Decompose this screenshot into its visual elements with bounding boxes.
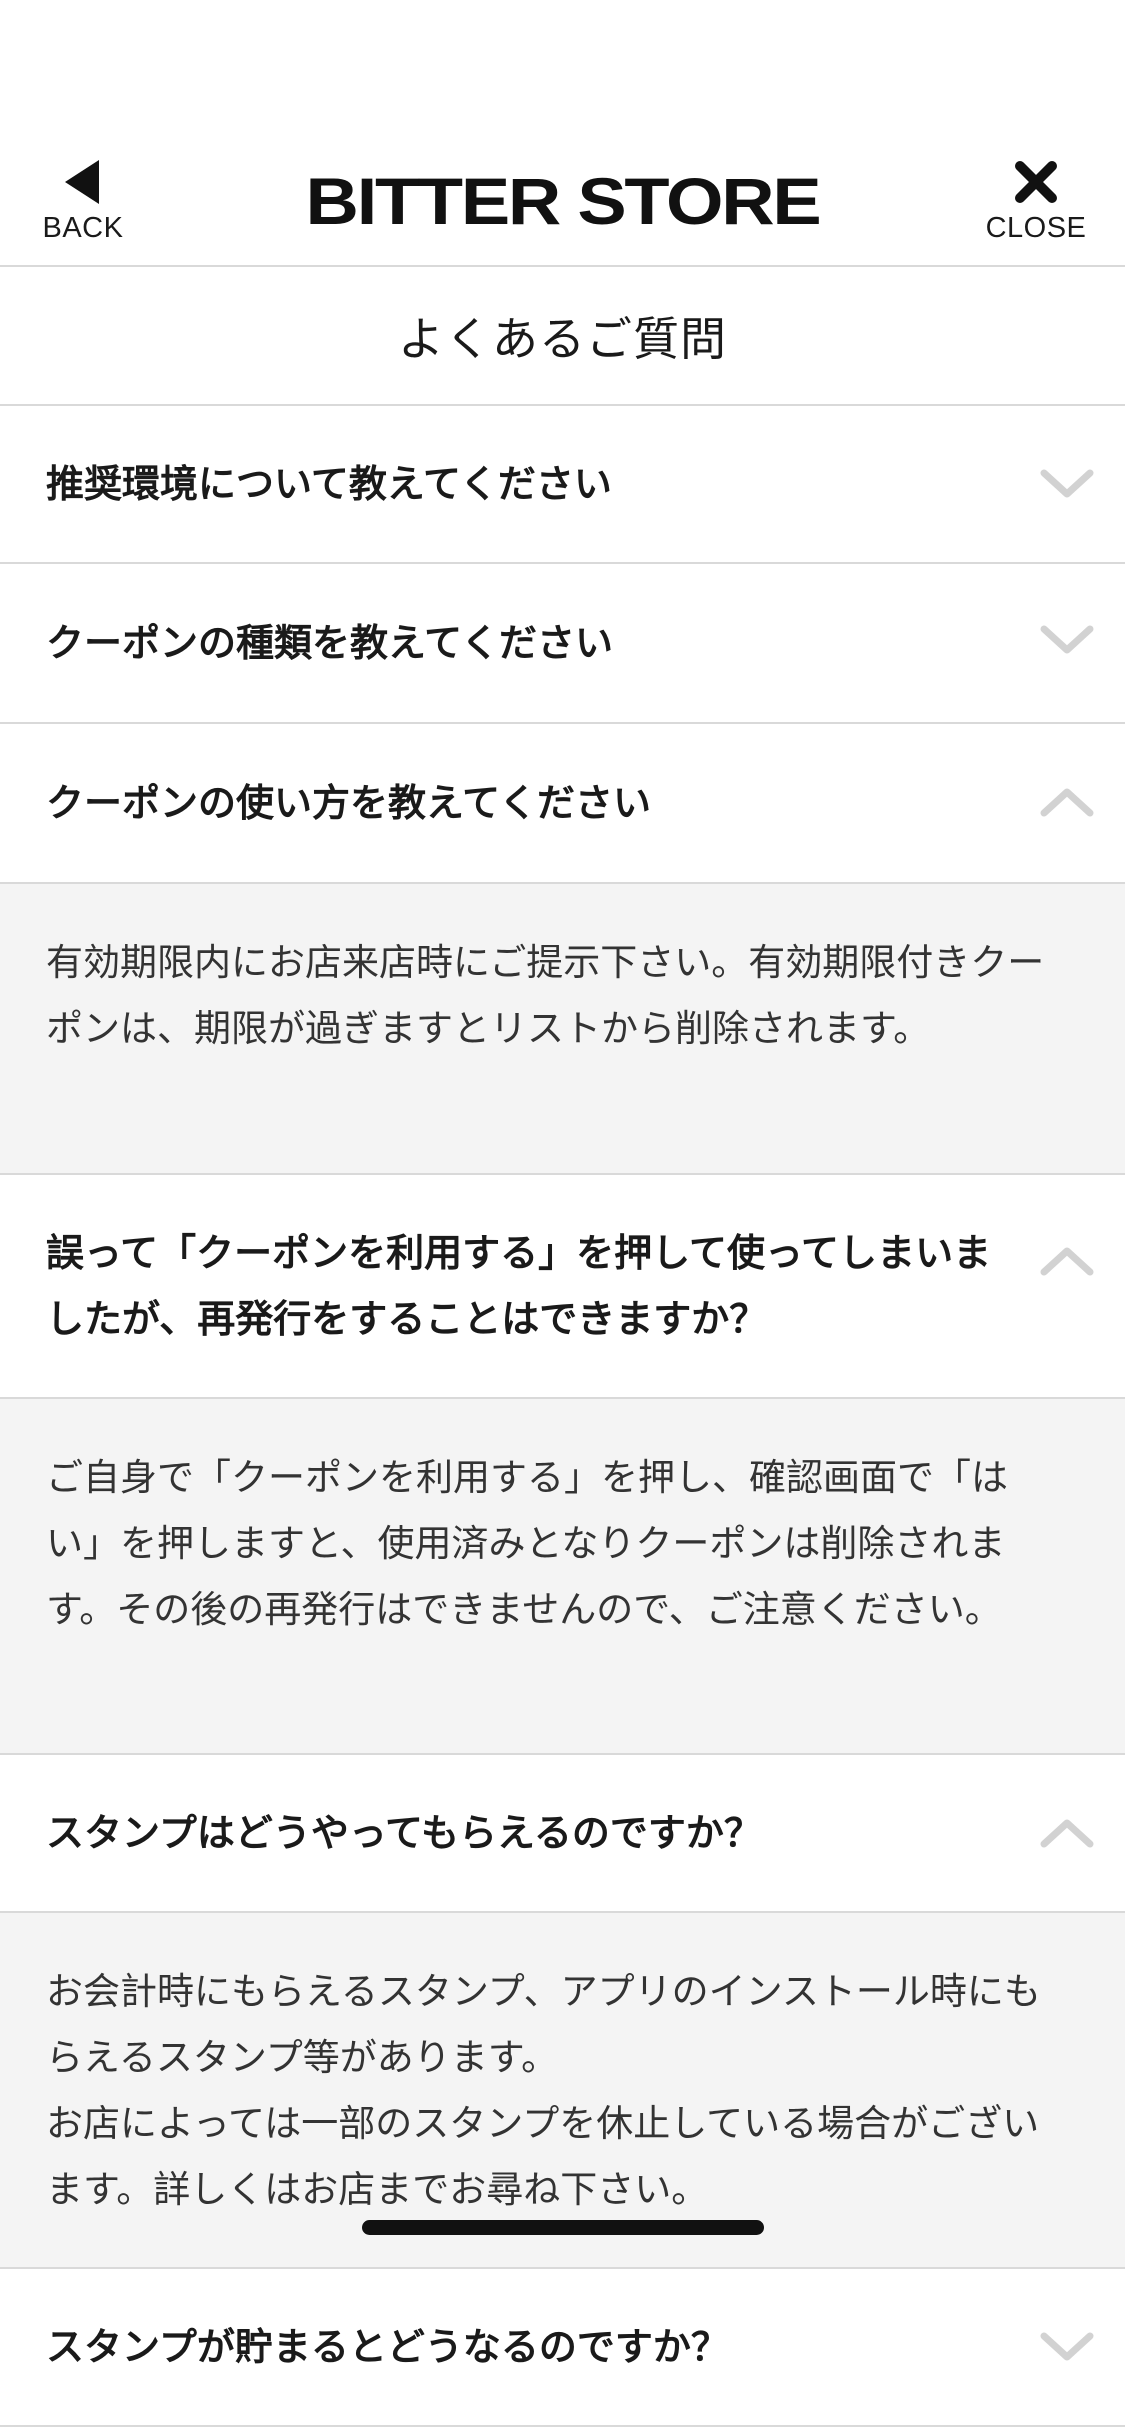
close-button[interactable]: CLOSE (981, 158, 1091, 245)
home-indicator (362, 2220, 764, 2235)
chevron-up-icon (1040, 1247, 1094, 1276)
chevron-down-icon (1040, 2332, 1094, 2361)
faq-answer-text: お会計時にもらえるスタンプ、アプリのインストール時にもらえるスタンプ等があります… (46, 1970, 1041, 2211)
faq-answer-text: 有効期限内にお店来店時にご提示下さい。有効期限付きクーポンは、期限が過ぎますとリ… (46, 941, 1045, 1050)
chevron-down-icon (1040, 625, 1094, 654)
faq-question-text: 誤って「クーポンを利用する」を押して使ってしまいましたが、再発行をすることはでき… (46, 1231, 992, 1341)
page-title: よくあるご質問 (398, 311, 727, 366)
faq-question-text: スタンプはどうやってもらえるのですか？ (46, 1811, 762, 1855)
faq-question-text: クーポンの種類を教えてください (46, 621, 613, 665)
faq-question-stamp-full[interactable]: スタンプが貯まるとどうなるのですか？ (0, 2269, 1125, 2427)
page-title-bar: よくあるご質問 (0, 267, 1125, 406)
faq-answer: 有効期限内にお店来店時にご提示下さい。有効期限付きクーポンは、期限が過ぎますとリ… (0, 884, 1125, 1175)
faq-question-coupon-usage[interactable]: クーポンの使い方を教えてください (0, 724, 1125, 884)
faq-question-coupon-types[interactable]: クーポンの種類を教えてください (0, 564, 1125, 724)
close-label: CLOSE (985, 212, 1087, 244)
faq-answer: ご自身で「クーポンを利用する」を押し、確認画面で「はい」を押しますと、使用済みと… (0, 1399, 1125, 1755)
chevron-up-icon (1040, 1819, 1094, 1848)
status-bar (0, 0, 1125, 150)
nav-header: BACK BITTER STORE CLOSE (0, 150, 1125, 267)
faq-question-recommended-environment[interactable]: 推奨環境について教えてください (0, 406, 1125, 564)
faq-question-text: 推奨環境について教えてください (46, 462, 612, 506)
chevron-up-icon (1040, 788, 1094, 817)
faq-question-coupon-reissue[interactable]: 誤って「クーポンを利用する」を押して使ってしまいましたが、再発行をすることはでき… (0, 1175, 1125, 1399)
faq-question-text: クーポンの使い方を教えてください (46, 781, 651, 825)
chevron-down-icon (1040, 469, 1094, 498)
close-icon (1015, 161, 1057, 203)
faq-question-stamp-earn[interactable]: スタンプはどうやってもらえるのですか？ (0, 1755, 1125, 1913)
faq-answer: お会計時にもらえるスタンプ、アプリのインストール時にもらえるスタンプ等があります… (0, 1913, 1125, 2269)
store-logo: BITTER STORE (305, 164, 822, 238)
faq-answer-text: ご自身で「クーポンを利用する」を押し、確認画面で「はい」を押しますと、使用済みと… (46, 1456, 1008, 1631)
faq-list: 推奨環境について教えてください クーポンの種類を教えてください クーポンの使い方… (0, 406, 1125, 2427)
faq-question-text: スタンプが貯まるとどうなるのですか？ (46, 2325, 729, 2369)
